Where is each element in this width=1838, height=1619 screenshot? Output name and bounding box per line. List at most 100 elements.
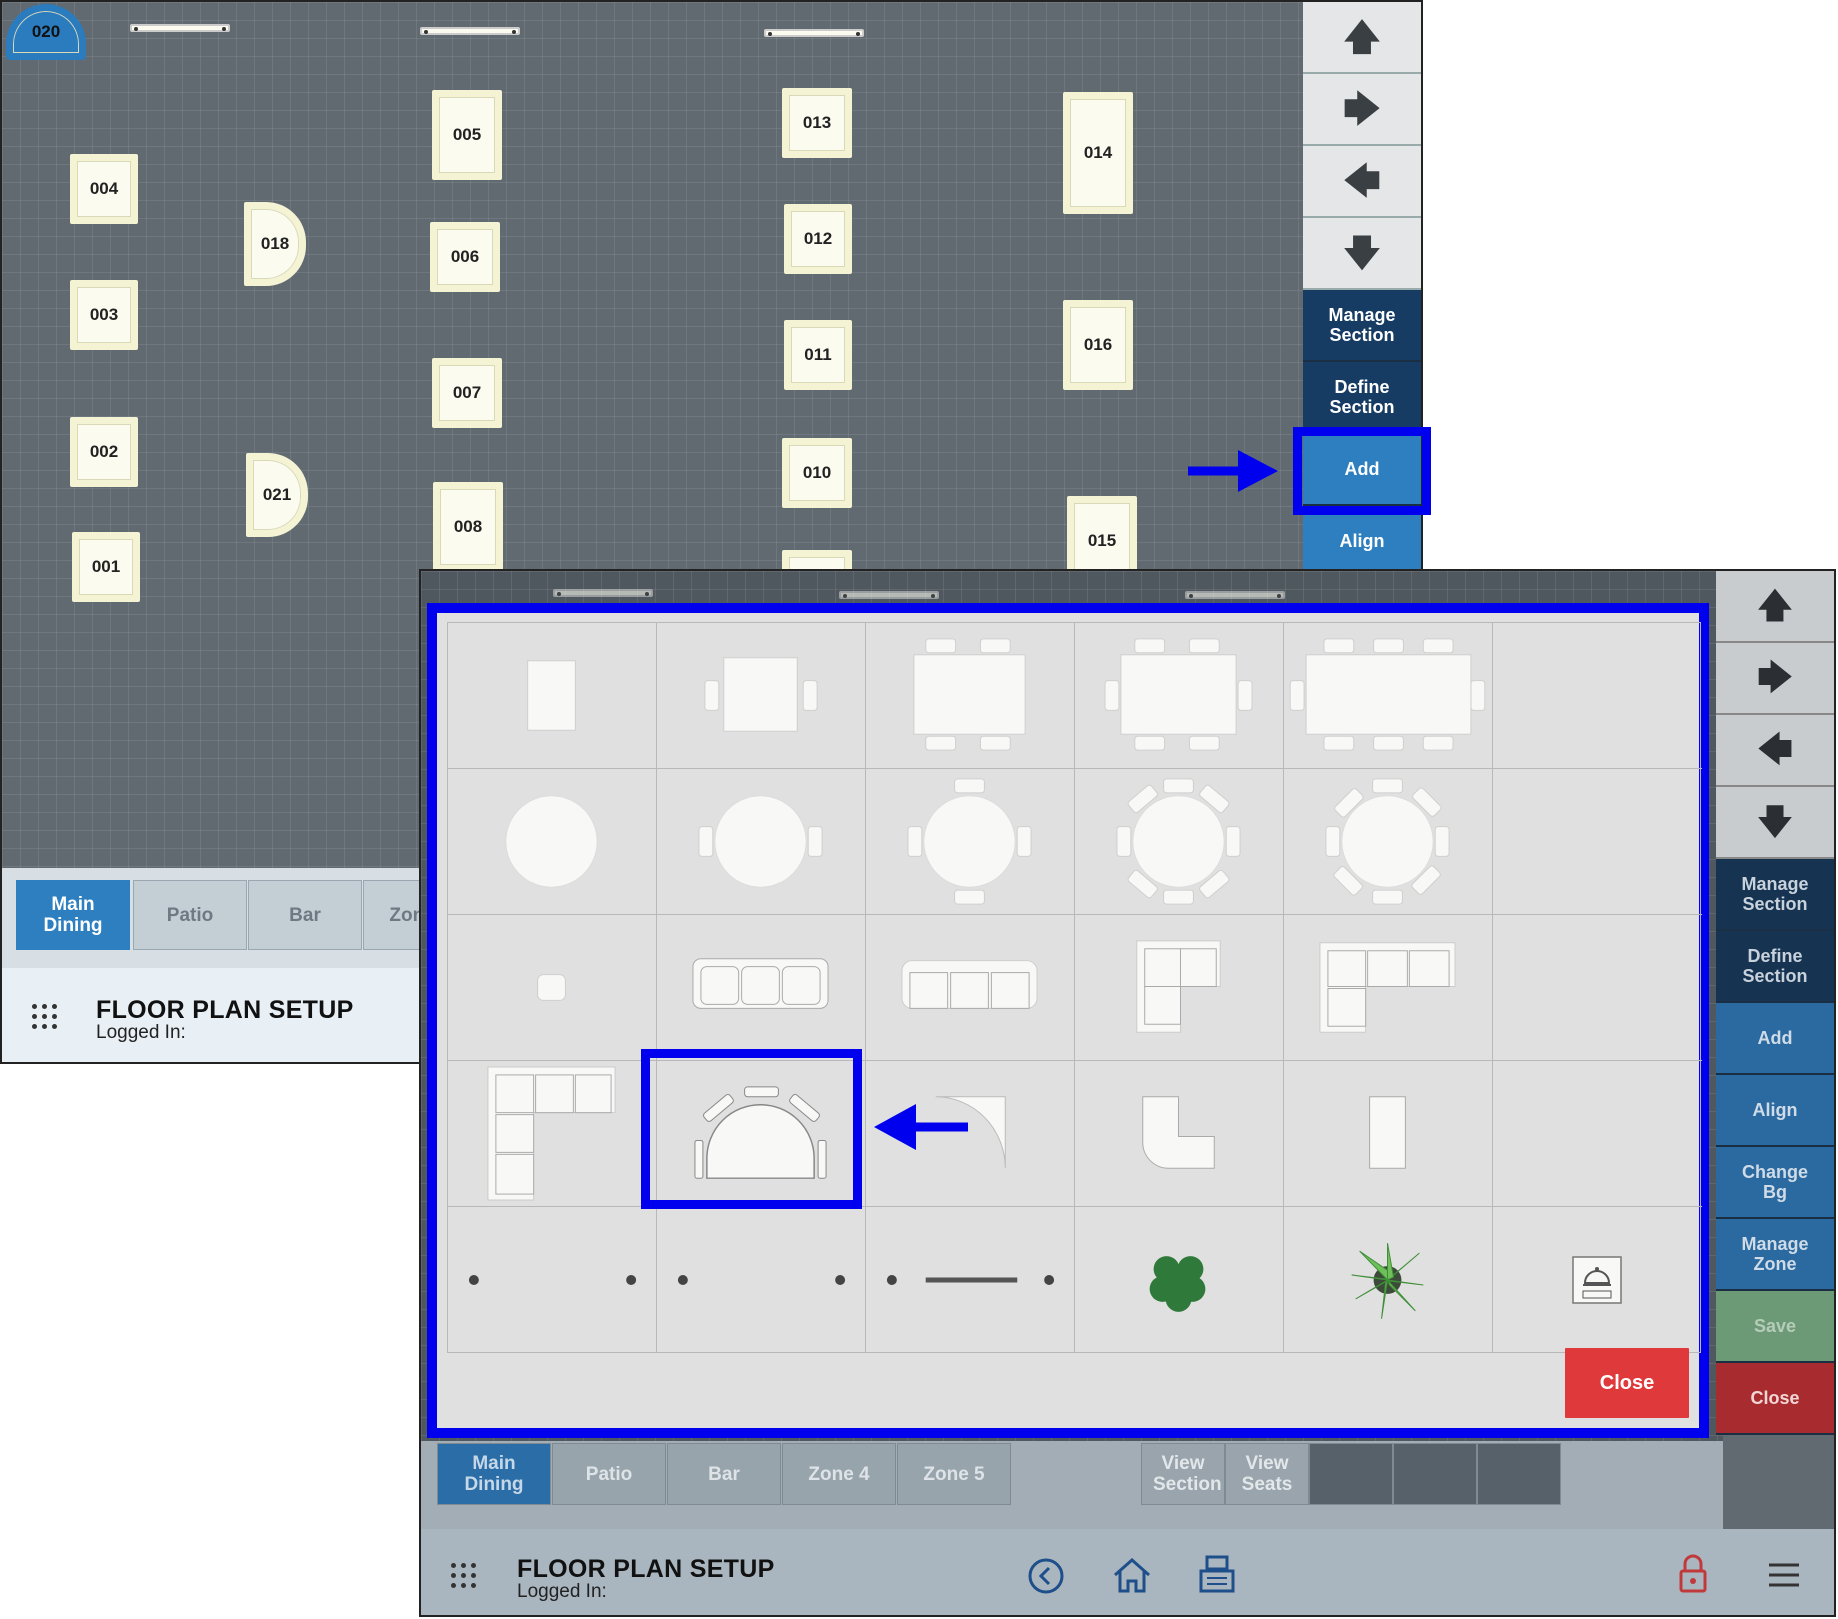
table-008[interactable]: 008 [433,482,503,572]
table-label: 004 [89,179,119,198]
tab-label: Zone 5 [923,1463,985,1485]
move-right-button[interactable]: 🡆 [1303,74,1421,146]
table-011[interactable]: 011 [784,320,852,390]
palette-item-invisible-wall-2[interactable] [657,1207,866,1353]
button-label: Close [1750,1388,1800,1408]
table-004[interactable]: 004 [70,154,138,224]
wall-segment[interactable] [130,24,230,32]
tab-main-dining[interactable]: Main Dining [437,1443,551,1505]
table-012[interactable]: 012 [784,204,852,274]
dialog-close-button[interactable]: Close [1565,1348,1689,1418]
palette-item-invisible-wall[interactable] [448,1207,657,1353]
move-right-button[interactable]: 🡆 [1716,643,1834,715]
palette-item-plant[interactable] [1284,1207,1493,1353]
define-section-button[interactable]: Define Section [1303,362,1421,434]
palette-item-round-table-8[interactable] [1284,769,1493,915]
large-corner-sofa-icon [487,1066,616,1201]
tab-main-dining[interactable]: Main Dining [16,880,130,950]
lock-icon[interactable] [1677,1553,1709,1595]
manage-section-button[interactable]: Manage Section [1303,290,1421,362]
palette-item-rect-table-4[interactable] [866,623,1075,769]
table-002[interactable]: 002 [70,417,138,487]
wall-segment [1185,591,1285,599]
define-section-button[interactable]: Define Section [1716,931,1834,1003]
palette-item-bar-segment[interactable] [1284,1061,1493,1207]
wall-segment[interactable] [420,27,520,35]
back-circle-icon[interactable] [1027,1557,1065,1595]
table-007[interactable]: 007 [432,358,502,428]
apps-grid-icon[interactable] [32,1004,58,1030]
table-016[interactable]: 016 [1063,300,1133,390]
change-bg-button[interactable]: Change Bg [1716,1147,1834,1219]
close-button[interactable]: Close [1716,1363,1834,1435]
palette-item-corner-sofa[interactable] [1075,915,1284,1061]
palette-item-round-table-4[interactable] [866,769,1075,915]
move-down-button[interactable]: 🡇 [1716,787,1834,859]
palette-item-round-table-6[interactable] [1075,769,1284,915]
manage-zone-button[interactable]: Manage Zone [1716,1219,1834,1291]
move-down-button[interactable]: 🡇 [1303,218,1421,290]
save-button[interactable]: Save [1716,1291,1834,1363]
align-button[interactable]: Align [1716,1075,1834,1147]
palette-item-stool[interactable] [448,915,657,1061]
table-018[interactable]: 018 [244,202,306,286]
empty-tool-slot [1393,1443,1477,1505]
tab-bar[interactable]: Bar [667,1443,781,1505]
table-005[interactable]: 005 [432,90,502,180]
tab-zone-5[interactable]: Zone 5 [897,1443,1011,1505]
palette-item-rect-table-6[interactable] [1075,623,1284,769]
move-up-button[interactable]: 🡅 [1303,2,1421,74]
tab-label: Patio [585,1463,633,1485]
palette-item-l-counter[interactable] [1075,1061,1284,1207]
table-006[interactable]: 006 [430,222,500,292]
empty-tool-slot [1309,1443,1393,1505]
tab-patio[interactable]: Patio [552,1443,666,1505]
table-021[interactable]: 021 [246,453,308,537]
move-left-button[interactable]: 🡄 [1303,146,1421,218]
apps-grid-icon[interactable] [451,1563,477,1589]
palette-item-host-stand[interactable] [1493,1207,1702,1353]
corner-sofa-icon [1136,940,1221,1033]
wall-segment[interactable] [764,29,864,37]
table-label: 001 [91,557,121,576]
tab-zone-4[interactable]: Zone 4 [782,1443,896,1505]
register-icon[interactable] [1197,1553,1237,1595]
arrow-up-icon: 🡅 [1757,587,1793,625]
palette-item-wall[interactable] [866,1207,1075,1353]
tab-bar[interactable]: Bar [248,880,362,950]
palette-item-rect-table-8[interactable] [1284,623,1493,769]
align-button[interactable]: Align [1303,506,1421,578]
table-001[interactable]: 001 [72,532,140,602]
arrow-right-icon: 🡆 [1757,659,1793,697]
palette-item-bench-3[interactable] [866,915,1075,1061]
palette-item-round-table[interactable] [448,769,657,915]
move-up-button[interactable]: 🡅 [1716,571,1834,643]
arrow-down-icon: 🡇 [1757,803,1793,841]
home-icon[interactable] [1111,1555,1153,1595]
view-seats-button[interactable]: View Seats [1225,1443,1309,1505]
palette-item-large-corner-sofa[interactable] [448,1061,657,1207]
palette-item-l-sofa[interactable] [1284,915,1493,1061]
palette-item-small-rect-table[interactable] [448,623,657,769]
table-014[interactable]: 014 [1063,92,1133,214]
move-left-button[interactable]: 🡄 [1716,715,1834,787]
rect-table-6-icon [1104,638,1253,751]
table-003[interactable]: 003 [70,280,138,350]
palette-item-bush[interactable] [1075,1207,1284,1353]
table-020[interactable]: 020 [6,4,86,60]
manage-section-button[interactable]: Manage Section [1716,859,1834,931]
add-button[interactable]: Add [1716,1003,1834,1075]
tab-patio[interactable]: Patio [133,880,247,950]
rect-table-8-icon [1289,638,1486,751]
palette-item-round-table-2[interactable] [657,769,866,915]
palette-item-sofa-3[interactable] [657,915,866,1061]
menu-icon[interactable] [1767,1561,1801,1589]
empty-icon [1493,623,1702,768]
table-013[interactable]: 013 [782,88,852,158]
view-section-button[interactable]: View Section [1141,1443,1225,1505]
table-010[interactable]: 010 [782,438,852,508]
table-label: 006 [450,247,480,266]
rect-table-4-icon [913,638,1026,751]
table-label: 013 [802,113,832,132]
palette-item-square-table-2[interactable] [657,623,866,769]
